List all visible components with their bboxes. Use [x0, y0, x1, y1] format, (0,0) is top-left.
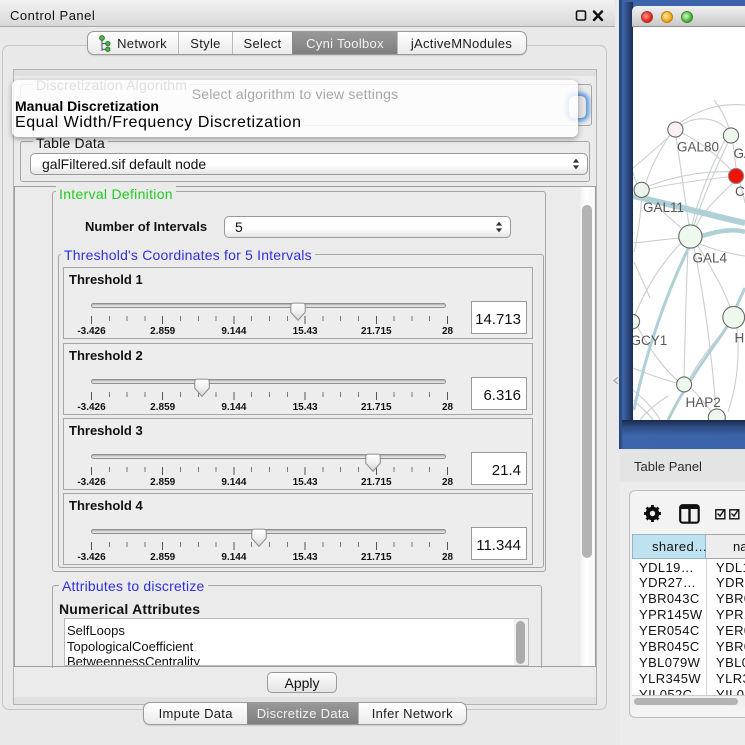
svg-text:GA: GA — [734, 146, 745, 161]
svg-text:HAP2: HAP2 — [686, 395, 721, 410]
svg-text:C: C — [735, 184, 745, 199]
svg-text:GCY1: GCY1 — [633, 333, 667, 348]
svg-text:GAL80: GAL80 — [677, 140, 719, 155]
svg-text:H: H — [735, 331, 745, 346]
svg-text:GAL11: GAL11 — [643, 200, 684, 215]
svg-text:GAL4: GAL4 — [693, 251, 728, 266]
